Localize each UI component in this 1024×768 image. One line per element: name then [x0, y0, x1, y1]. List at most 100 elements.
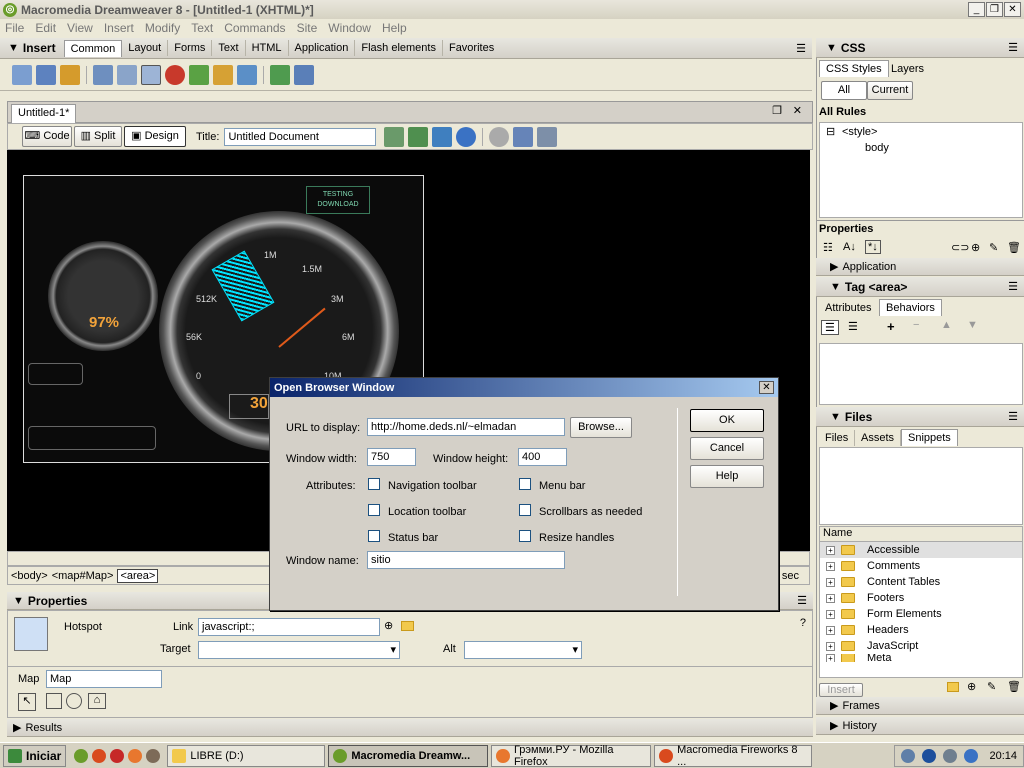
table-icon[interactable]	[93, 64, 113, 85]
show-set-events-icon[interactable]: ☰	[821, 320, 839, 335]
update-tray-icon[interactable]	[964, 748, 979, 763]
tab-assets[interactable]: Assets	[855, 430, 902, 446]
preview-browser-icon[interactable]	[408, 126, 429, 147]
history-panel-header[interactable]: ▶ History	[816, 717, 1024, 735]
tab-layers[interactable]: Layers	[885, 61, 930, 77]
pointer-hotspot-tool-icon[interactable]: ↖	[18, 693, 36, 711]
volume-tray-icon[interactable]	[943, 748, 958, 763]
refresh-icon[interactable]	[489, 126, 510, 147]
snippet-folder-meta[interactable]: + Meta	[820, 654, 1022, 662]
window-height-input[interactable]: 400	[518, 448, 567, 466]
panel-options-icon[interactable]: ☰	[1008, 41, 1018, 54]
sort-az-icon[interactable]: A↓	[843, 241, 856, 253]
new-snippet-icon[interactable]: ⊕	[967, 680, 976, 693]
collapse-triangle-icon[interactable]: ▼	[826, 42, 837, 54]
delete-snippet-icon[interactable]: 🗑	[1007, 680, 1021, 693]
expand-icon[interactable]: +	[826, 545, 835, 555]
snippet-folder-footers[interactable]: + Footers	[820, 590, 1022, 606]
scrollbars-checkbox[interactable]	[519, 504, 531, 516]
polygon-hotspot-tool-icon[interactable]: ⌂	[88, 693, 106, 709]
app-quicklaunch-icon[interactable]	[146, 748, 161, 763]
code-view-button[interactable]: ⌨ Code	[22, 126, 72, 147]
taskbar-firefox[interactable]: Грэмми.РУ - Mozilla Firefox	[491, 744, 652, 768]
rectangle-hotspot-tool-icon[interactable]	[46, 693, 62, 709]
taskbar-fireworks[interactable]: Macromedia Fireworks 8 ...	[654, 744, 813, 768]
browse-folder-icon[interactable]	[401, 621, 414, 631]
new-folder-icon[interactable]	[947, 682, 959, 692]
network-tray-icon[interactable]	[901, 748, 916, 763]
image-hotspot-icon[interactable]	[141, 64, 161, 85]
tab-behaviors[interactable]: Behaviors	[879, 299, 942, 316]
menu-bar-checkbox[interactable]	[519, 478, 531, 490]
collapse-triangle-icon[interactable]: ▼	[13, 595, 24, 607]
menu-text[interactable]: Text	[186, 21, 219, 35]
move-up-icon[interactable]: ▲	[941, 319, 952, 331]
cancel-button[interactable]: Cancel	[690, 437, 764, 460]
tab-flash-elements[interactable]: Flash elements	[355, 40, 443, 56]
tab-forms[interactable]: Forms	[168, 40, 213, 56]
expand-icon[interactable]: +	[826, 593, 835, 603]
document-title-input[interactable]: Untitled Document	[224, 127, 377, 146]
application-panel-header[interactable]: ▶ Application	[816, 258, 1024, 276]
results-header[interactable]: ▶ Results	[7, 719, 813, 737]
split-view-button[interactable]: ▥ Split	[74, 126, 122, 147]
taskbar-dreamweaver[interactable]: Macromedia Dreamw...	[328, 744, 489, 767]
style-rule[interactable]: <style>	[842, 126, 877, 138]
tab-text[interactable]: Text	[212, 40, 246, 56]
set-properties-icon[interactable]: *↓	[865, 240, 881, 254]
panel-options-icon[interactable]: ☰	[797, 594, 807, 607]
maximize-button[interactable]: ❐	[986, 2, 1003, 17]
move-down-icon[interactable]: ▼	[967, 319, 978, 331]
tag-area[interactable]: <area>	[117, 568, 159, 583]
layer-icon[interactable]	[117, 64, 137, 85]
collapse-triangle-icon[interactable]: ▼	[830, 411, 841, 423]
firefox-quicklaunch-icon[interactable]	[128, 748, 143, 763]
visual-aids-icon[interactable]	[537, 126, 558, 147]
media-icon[interactable]	[165, 64, 185, 85]
menu-view[interactable]: View	[62, 21, 99, 35]
all-rules-button[interactable]: All	[821, 81, 867, 100]
menu-site[interactable]: Site	[292, 21, 324, 35]
add-behavior-icon[interactable]: +	[887, 319, 895, 334]
tab-application[interactable]: Application	[289, 40, 356, 56]
tag-body[interactable]: <body>	[11, 570, 48, 582]
remove-behavior-icon[interactable]: −	[913, 319, 919, 331]
tab-common[interactable]: Common	[63, 39, 123, 57]
server-side-include-icon[interactable]	[213, 64, 233, 85]
help-button[interactable]: Help	[690, 465, 764, 488]
panel-options-icon[interactable]: ☰	[1008, 410, 1018, 423]
expand-icon[interactable]: +	[826, 577, 835, 587]
comment-icon[interactable]	[237, 64, 257, 85]
menu-help[interactable]: Help	[377, 21, 413, 35]
menu-commands[interactable]: Commands	[219, 21, 291, 35]
window-name-input[interactable]: sitio	[367, 551, 565, 569]
point-to-file-icon[interactable]: ⊕	[384, 619, 393, 632]
edit-snippet-icon[interactable]: ✎	[987, 680, 996, 693]
view-options-icon[interactable]	[513, 126, 534, 147]
close-button[interactable]: ✕	[1004, 2, 1021, 17]
category-view-icon[interactable]: ☷	[823, 241, 833, 254]
tree-collapse-icon[interactable]: ⊟	[826, 125, 835, 138]
link-input[interactable]: javascript:;	[198, 618, 380, 636]
edit-style-icon[interactable]: ✎	[989, 241, 998, 254]
resize-handles-checkbox[interactable]	[519, 530, 531, 542]
expand-icon[interactable]: +	[826, 609, 835, 619]
email-link-icon[interactable]	[36, 64, 56, 85]
ok-button[interactable]: OK	[690, 409, 764, 432]
url-input[interactable]: http://home.deds.nl/~elmadan	[367, 418, 565, 436]
delete-css-icon[interactable]: 🗑	[1007, 241, 1021, 254]
templates-icon[interactable]	[270, 64, 290, 85]
collapse-triangle-icon[interactable]: ▼	[8, 42, 19, 54]
tab-css-styles[interactable]: CSS Styles	[819, 60, 889, 77]
expand-triangle-icon[interactable]: ▶	[830, 260, 838, 273]
dialog-close-icon[interactable]: ✕	[759, 381, 774, 394]
expand-triangle-icon[interactable]: ▶	[830, 699, 838, 712]
show-all-events-icon[interactable]: ☰	[845, 320, 861, 333]
menu-insert[interactable]: Insert	[99, 21, 140, 35]
expand-triangle-icon[interactable]: ▶	[830, 719, 838, 732]
name-column-header[interactable]: Name	[820, 527, 1022, 542]
current-button[interactable]: Current	[867, 81, 913, 100]
menu-file[interactable]: File	[0, 21, 30, 35]
expand-icon[interactable]: +	[826, 561, 835, 571]
panel-options-icon[interactable]: ☰	[796, 42, 806, 55]
